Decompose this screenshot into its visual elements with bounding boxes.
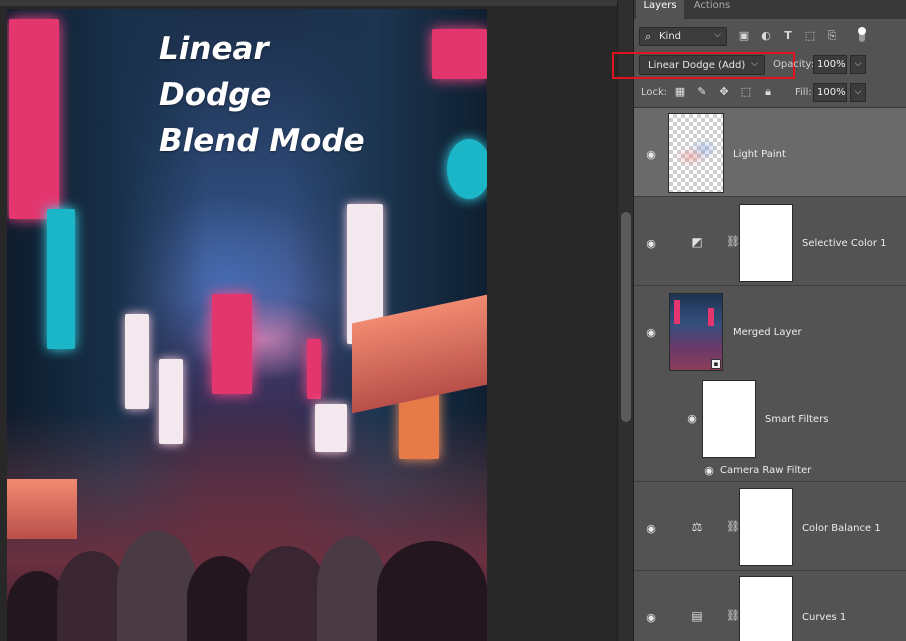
filter-toggle-switch[interactable] — [858, 27, 866, 42]
blend-mode-value: Linear Dodge (Add) — [648, 60, 746, 71]
tab-layers[interactable]: Layers — [636, 0, 684, 19]
layer-row-color-balance[interactable]: ◉ ⚖ ⛓ Color Balance 1 — [634, 482, 906, 571]
smart-object-icon: ▪ — [711, 359, 721, 369]
filter-row-camera-raw[interactable]: ◉ Camera Raw Filter — [634, 464, 906, 482]
layer-thumbnail[interactable] — [668, 113, 724, 193]
layer-thumbnail[interactable]: ▪ — [669, 293, 723, 371]
neon-building-pink — [212, 294, 252, 394]
opacity-label: Opacity: — [773, 59, 815, 70]
awning-left — [7, 479, 77, 539]
layer-name[interactable]: Camera Raw Filter — [720, 465, 811, 476]
layer-row-selective-color[interactable]: ◉ ◩ ⛓ Selective Color 1 — [634, 197, 906, 286]
link-chain-icon[interactable]: ⛓ — [726, 235, 740, 249]
chevron-down-icon: ⌵ — [751, 59, 758, 69]
fill-field[interactable]: 100% — [813, 83, 847, 102]
lock-artboard-icon[interactable]: ⬚ — [739, 85, 753, 99]
lock-transparent-pixels-icon[interactable]: ▦ — [673, 85, 687, 99]
link-chain-icon[interactable]: ⛓ — [726, 520, 740, 534]
smart-filters-row[interactable]: ◉ Smart Filters — [634, 375, 906, 464]
document-canvas-area: Linear Dodge Blend Mode — [0, 0, 633, 641]
neon-sign-white-2 — [159, 359, 183, 444]
smart-object-filter-icon[interactable]: ⎘ — [825, 29, 839, 43]
fill-label: Fill: — [795, 87, 812, 98]
layer-name[interactable]: Color Balance 1 — [802, 523, 881, 534]
neon-sign-white-mid — [315, 404, 347, 452]
scrollbar-thumb[interactable] — [621, 212, 631, 422]
smart-filter-mask-thumbnail[interactable] — [702, 380, 756, 458]
layer-row-curves[interactable]: ◉ ▤ ⛓ Curves 1 — [634, 571, 906, 641]
filter-kind-select[interactable]: ⌕ Kind ⌵ — [639, 27, 727, 46]
layer-row-merged-layer[interactable]: ◉ ▪ Merged Layer — [634, 286, 906, 375]
image-filter-icon[interactable]: ▣ — [737, 29, 751, 43]
neon-sign-pink-left — [9, 19, 59, 219]
blend-mode-row: Linear Dodge (Add) ⌵ Opacity: 100% ⌵ — [612, 52, 906, 79]
layer-name[interactable]: Merged Layer — [733, 327, 802, 338]
crowd-person — [377, 541, 487, 641]
opacity-dropdown-button[interactable]: ⌵ — [850, 55, 866, 74]
neon-sign-pink-top-right — [432, 29, 487, 79]
filter-kind-label: Kind — [659, 31, 682, 42]
panel-tab-bar: Layers Actions — [634, 0, 906, 19]
layer-mask-thumbnail[interactable] — [739, 488, 793, 566]
layer-mask-thumbnail[interactable] — [739, 204, 793, 282]
type-filter-icon[interactable]: T — [781, 29, 795, 43]
neon-sign-cyan-circle — [447, 139, 487, 199]
adjustment-filter-icon[interactable]: ◐ — [759, 29, 773, 43]
link-chain-icon[interactable]: ⛓ — [726, 609, 740, 623]
visibility-eye-icon[interactable]: ◉ — [644, 327, 658, 338]
tab-actions[interactable]: Actions — [684, 0, 740, 19]
blend-mode-select[interactable]: Linear Dodge (Add) ⌵ — [639, 55, 765, 75]
neon-sign-pink-mid — [307, 339, 321, 399]
visibility-eye-icon[interactable]: ◉ — [644, 238, 658, 249]
visibility-eye-icon[interactable]: ◉ — [702, 465, 716, 476]
lock-row: Lock: ▦ ✎ ✥ ⬚ 🔒︎ Fill: 100% ⌵ — [634, 82, 906, 104]
layer-name[interactable]: Light Paint — [733, 149, 786, 160]
vertical-scrollbar[interactable] — [617, 0, 633, 641]
layer-filter-row: ⌕ Kind ⌵ ▣ ◐ T ⬚ ⎘ — [634, 24, 906, 50]
overlay-title-text: Linear Dodge Blend Mode — [159, 31, 365, 159]
chevron-down-icon: ⌵ — [714, 30, 721, 40]
color-balance-adjustment-icon[interactable]: ⚖ — [689, 520, 705, 534]
visibility-eye-icon[interactable]: ◉ — [644, 612, 658, 623]
lock-all-icon[interactable]: 🔒︎ — [761, 85, 775, 99]
selective-color-adjustment-icon[interactable]: ◩ — [689, 235, 705, 249]
lock-image-pixels-icon[interactable]: ✎ — [695, 85, 709, 99]
fill-dropdown-button[interactable]: ⌵ — [850, 83, 866, 102]
layers-panel: Layers Actions ⌕ Kind ⌵ ▣ ◐ T ⬚ ⎘ Linear… — [612, 0, 906, 641]
visibility-eye-icon[interactable]: ◉ — [685, 413, 699, 424]
layer-mask-thumbnail[interactable] — [739, 576, 793, 641]
shape-filter-icon[interactable]: ⬚ — [803, 29, 817, 43]
neon-sign-cyan-left — [47, 209, 75, 349]
layer-name[interactable]: Curves 1 — [802, 612, 846, 623]
lock-label: Lock: — [641, 87, 668, 98]
layer-name[interactable]: Selective Color 1 — [802, 238, 887, 249]
crowd-person — [247, 546, 327, 641]
layer-name[interactable]: Smart Filters — [765, 414, 828, 425]
opacity-field[interactable]: 100% — [813, 55, 847, 74]
visibility-eye-icon[interactable]: ◉ — [644, 523, 658, 534]
search-icon: ⌕ — [645, 30, 652, 43]
layer-list: ◉ Light Paint ◉ ◩ ⛓ Selective Color 1 ◉ … — [634, 107, 906, 641]
lock-position-icon[interactable]: ✥ — [717, 85, 731, 99]
document-top-edge — [0, 0, 618, 6]
neon-sign-white-1 — [125, 314, 149, 409]
document-image[interactable]: Linear Dodge Blend Mode — [7, 9, 487, 641]
visibility-eye-icon[interactable]: ◉ — [644, 149, 658, 160]
crowd-person — [117, 531, 197, 641]
layer-row-light-paint[interactable]: ◉ Light Paint — [634, 108, 906, 197]
curves-adjustment-icon[interactable]: ▤ — [689, 609, 705, 623]
